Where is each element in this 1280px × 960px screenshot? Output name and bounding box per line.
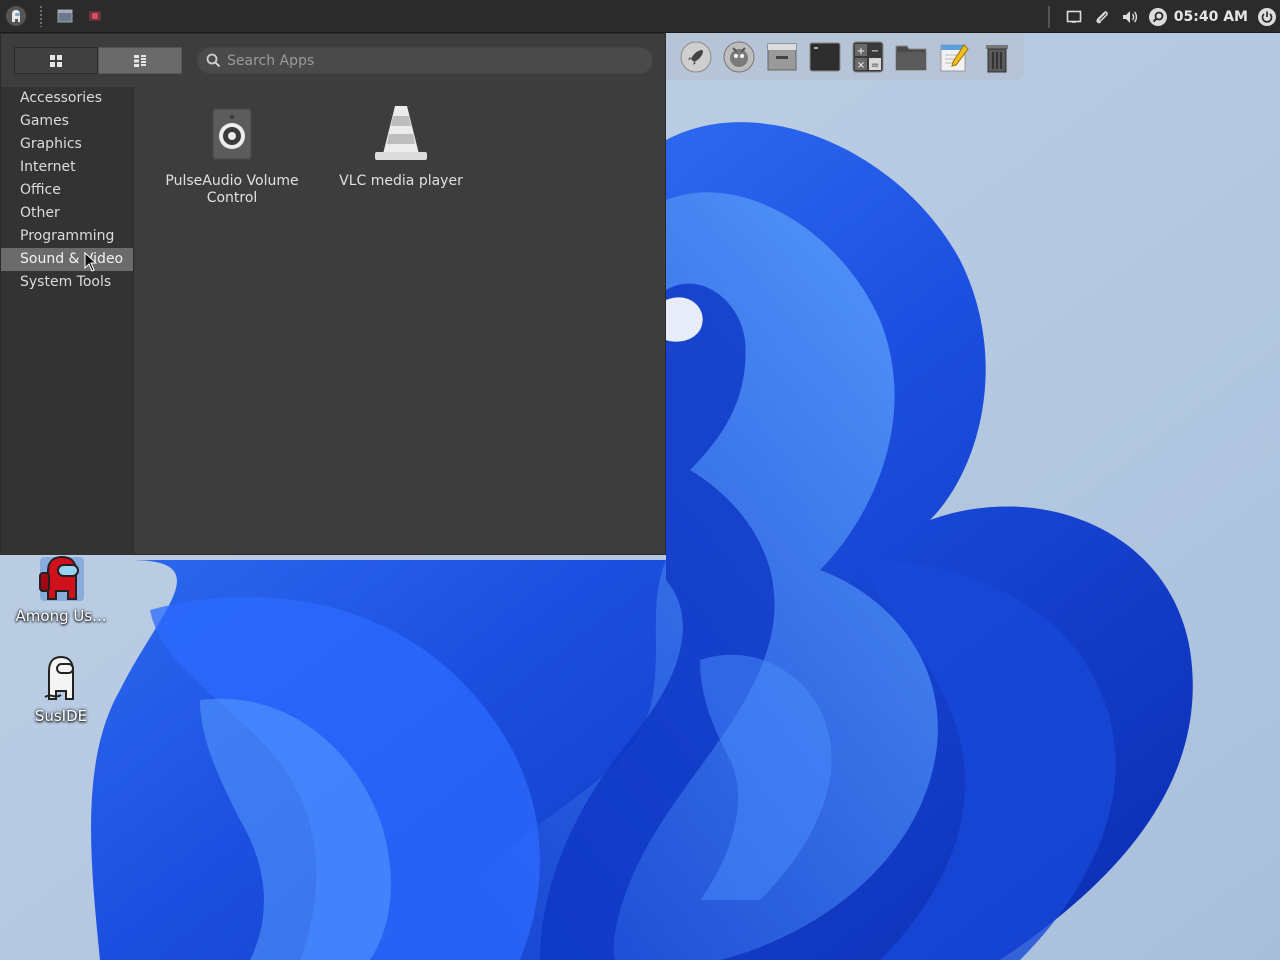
trash-icon <box>985 44 1008 72</box>
category-accessories[interactable]: Accessories <box>1 87 133 110</box>
dock-terminal[interactable] <box>803 35 846 78</box>
view-toggle <box>14 47 182 74</box>
desktop-icon-label: SusIDE <box>34 707 88 725</box>
category-office[interactable]: Office <box>1 179 133 202</box>
app-menu-button[interactable] <box>0 0 32 33</box>
terminal-icon <box>809 42 840 71</box>
volume-tray-button[interactable] <box>1116 0 1144 33</box>
power-button[interactable] <box>1254 0 1280 33</box>
search-icon <box>1148 7 1167 26</box>
volume-icon <box>1122 10 1137 23</box>
calculator-icon: + − × = <box>852 41 883 72</box>
among-us-icon <box>39 555 84 601</box>
desktop-icon-among-us[interactable]: Among Us... <box>6 555 116 625</box>
svg-text:−: − <box>870 46 878 57</box>
category-graphics[interactable]: Graphics <box>1 133 133 156</box>
search-box[interactable] <box>197 47 653 74</box>
screen-tray-button[interactable] <box>1060 0 1088 33</box>
text-editor-icon <box>940 43 969 71</box>
dock-trash[interactable] <box>975 35 1018 78</box>
screen-icon <box>1066 10 1082 23</box>
category-sound-video[interactable]: Sound & Video <box>1 248 133 271</box>
window-icon <box>57 9 73 23</box>
gimp-icon <box>723 41 754 72</box>
taskbar-window-2[interactable] <box>80 0 110 33</box>
clock[interactable]: 05:40 AM <box>1174 9 1248 25</box>
category-list: Accessories Games Graphics Internet Offi… <box>1 87 134 555</box>
grid-view-icon <box>50 54 62 67</box>
paperclip-icon <box>1096 10 1108 23</box>
app-vlc-media-player[interactable]: VLC media player <box>316 104 486 190</box>
dock: + − × = <box>666 33 1024 80</box>
category-games[interactable]: Games <box>1 110 133 133</box>
svg-text:×: × <box>856 60 864 71</box>
grid-view-button[interactable] <box>14 47 98 74</box>
dock-text-editor[interactable] <box>932 35 975 78</box>
panel-separator <box>40 5 42 27</box>
speaker-icon <box>202 104 262 164</box>
vlc-cone-icon <box>371 104 431 164</box>
top-panel: 05:40 AM <box>0 0 1280 33</box>
dock-calculator[interactable]: + − × = <box>846 35 889 78</box>
power-icon <box>1258 7 1276 26</box>
app-label: PulseAudio Volume Control <box>165 173 299 206</box>
dock-launcher[interactable] <box>674 35 717 78</box>
suside-icon <box>44 655 74 700</box>
among-us-app-icon <box>89 11 101 21</box>
taskbar-window-1[interactable] <box>50 0 80 33</box>
svg-text:+: + <box>856 46 864 57</box>
search-icon <box>206 53 221 68</box>
list-view-button[interactable] <box>98 47 182 74</box>
svg-text:=: = <box>870 60 878 71</box>
dock-gimp[interactable] <box>717 35 760 78</box>
among-us-logo-icon <box>6 6 26 26</box>
dock-file-manager[interactable] <box>889 35 932 78</box>
category-system-tools[interactable]: System Tools <box>1 271 133 294</box>
tray-separator <box>1047 5 1050 28</box>
window-icon <box>767 43 796 70</box>
category-internet[interactable]: Internet <box>1 156 133 179</box>
application-menu: Accessories Games Graphics Internet Offi… <box>0 33 666 555</box>
file-manager-icon <box>895 45 926 70</box>
app-label: VLC media player <box>339 173 463 189</box>
category-other[interactable]: Other <box>1 202 133 225</box>
attachment-tray-button[interactable] <box>1088 0 1116 33</box>
search-tray-button[interactable] <box>1144 0 1172 33</box>
category-programming[interactable]: Programming <box>1 225 133 248</box>
dock-window[interactable] <box>760 35 803 78</box>
search-input[interactable] <box>227 52 627 69</box>
rocket-launcher-icon <box>680 41 711 72</box>
mouse-cursor-icon <box>84 252 98 272</box>
system-tray: 05:40 AM <box>1047 0 1280 33</box>
desktop-icon-suside[interactable]: SusIDE <box>6 655 116 725</box>
list-view-icon <box>134 54 146 67</box>
desktop-icon-label: Among Us... <box>15 607 107 625</box>
app-pulseaudio-volume-control[interactable]: PulseAudio Volume Control <box>147 104 317 207</box>
